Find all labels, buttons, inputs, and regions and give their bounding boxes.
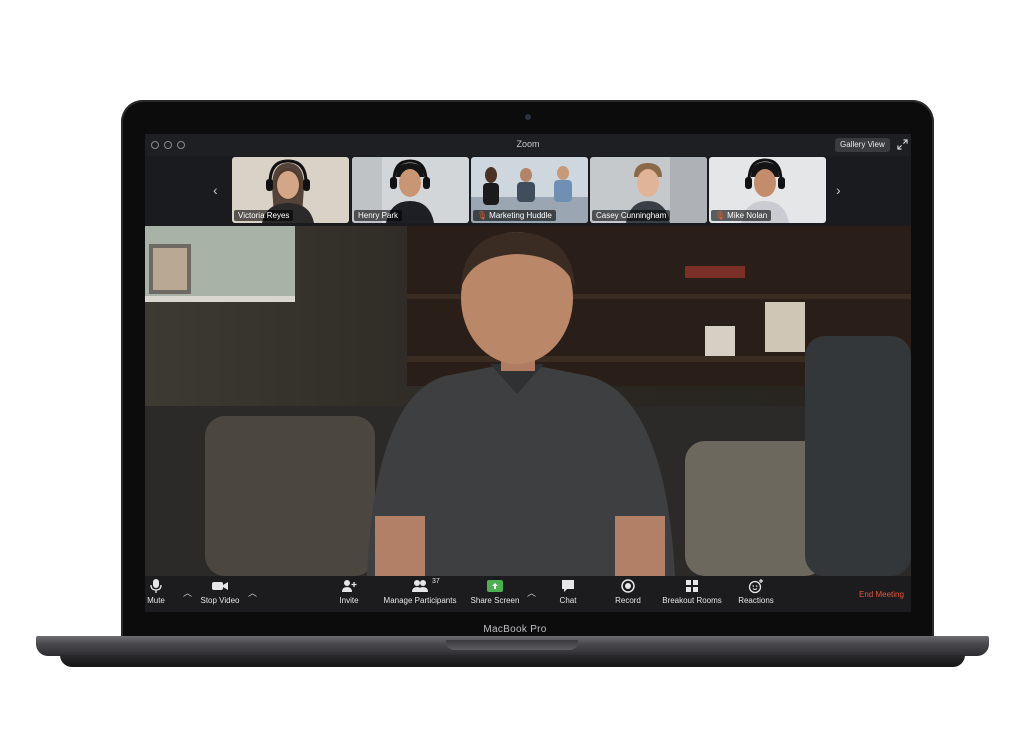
record-label: Record — [615, 596, 641, 605]
gallery-view-button[interactable]: Gallery View — [835, 138, 890, 152]
chat-bubble-icon — [562, 580, 574, 592]
microphone-icon — [150, 579, 162, 593]
video-options-caret-icon[interactable]: ︿ — [248, 586, 257, 599]
participant-count-badge: 37 — [432, 578, 440, 585]
share-options-caret-icon[interactable]: ︿ — [527, 586, 536, 599]
participant-name: Mike Nolan — [727, 211, 768, 220]
window-title: Zoom — [516, 139, 540, 149]
muted-mic-icon: 🎙 — [477, 211, 488, 220]
manage-participants-button[interactable]: 37 Manage Participants — [380, 578, 460, 605]
participant-name: Marketing Huddle — [489, 211, 552, 220]
fullscreen-icon[interactable] — [897, 139, 908, 150]
breakout-rooms-button[interactable]: Breakout Rooms — [659, 578, 725, 605]
participant-tile[interactable]: Victoria Reyes — [232, 157, 349, 223]
participant-name-label: 🎙 Mike Nolan — [711, 210, 772, 221]
laptop-base-bottom — [60, 655, 965, 667]
participant-name-label: Victoria Reyes — [234, 210, 294, 221]
participant-tile[interactable]: Henry Park — [352, 157, 469, 223]
stop-video-button[interactable]: Stop Video — [195, 578, 245, 605]
add-person-icon — [342, 580, 357, 592]
webcam — [525, 114, 531, 120]
participant-name: Casey Cunningham — [596, 211, 667, 220]
participant-name: Henry Park — [358, 211, 399, 220]
participant-name: Victoria Reyes — [238, 211, 290, 220]
participants-icon — [412, 580, 428, 592]
share-screen-button[interactable]: Share Screen — [468, 578, 522, 605]
invite-label: Invite — [339, 596, 359, 605]
share-screen-icon — [487, 580, 503, 592]
chat-button[interactable]: Chat — [555, 578, 581, 605]
next-page-arrow-icon[interactable]: › — [836, 182, 841, 198]
manage-participants-label: Manage Participants — [383, 596, 457, 605]
participant-name-label: Henry Park — [354, 210, 403, 221]
participant-name-label: Casey Cunningham — [592, 210, 671, 221]
chat-label: Chat — [559, 596, 577, 605]
audio-options-caret-icon[interactable]: ︿ — [183, 586, 192, 599]
participant-tile[interactable]: Casey Cunningham — [590, 157, 707, 223]
participant-tile[interactable]: 🎙 Marketing Huddle — [471, 157, 588, 223]
reactions-label: Reactions — [738, 596, 774, 605]
invite-button[interactable]: Invite — [335, 578, 363, 605]
previous-page-arrow-icon[interactable]: ‹ — [213, 182, 218, 198]
participant-name-label: 🎙 Marketing Huddle — [473, 210, 556, 221]
speaker-video-frame — [145, 226, 911, 576]
stop-video-label: Stop Video — [200, 596, 240, 605]
active-speaker-video — [145, 226, 911, 576]
device-label: MacBook Pro — [483, 624, 547, 635]
record-icon — [621, 579, 635, 593]
breakout-rooms-grid-icon — [686, 580, 698, 592]
breakout-rooms-label: Breakout Rooms — [662, 596, 722, 605]
smiley-plus-icon — [748, 579, 763, 594]
laptop-hinge-notch — [446, 640, 578, 650]
end-meeting-button[interactable]: End Meeting — [859, 590, 904, 599]
video-camera-icon — [212, 582, 228, 590]
participant-tile[interactable]: 🎙 Mike Nolan — [709, 157, 826, 223]
share-screen-label: Share Screen — [470, 596, 520, 605]
muted-mic-icon: 🎙 — [715, 211, 726, 220]
zoom-window: Zoom Gallery View ‹ › Victoria Reyes Hen… — [145, 134, 911, 612]
title-bar: Zoom Gallery View — [145, 134, 911, 156]
record-button[interactable]: Record — [611, 578, 645, 605]
reactions-button[interactable]: Reactions — [735, 578, 777, 605]
mute-label: Mute — [147, 596, 165, 605]
meeting-toolbar: Mute ︿ Stop Video ︿ Invite 37 Manage Par… — [145, 576, 911, 612]
mute-button[interactable]: Mute — [145, 578, 167, 605]
